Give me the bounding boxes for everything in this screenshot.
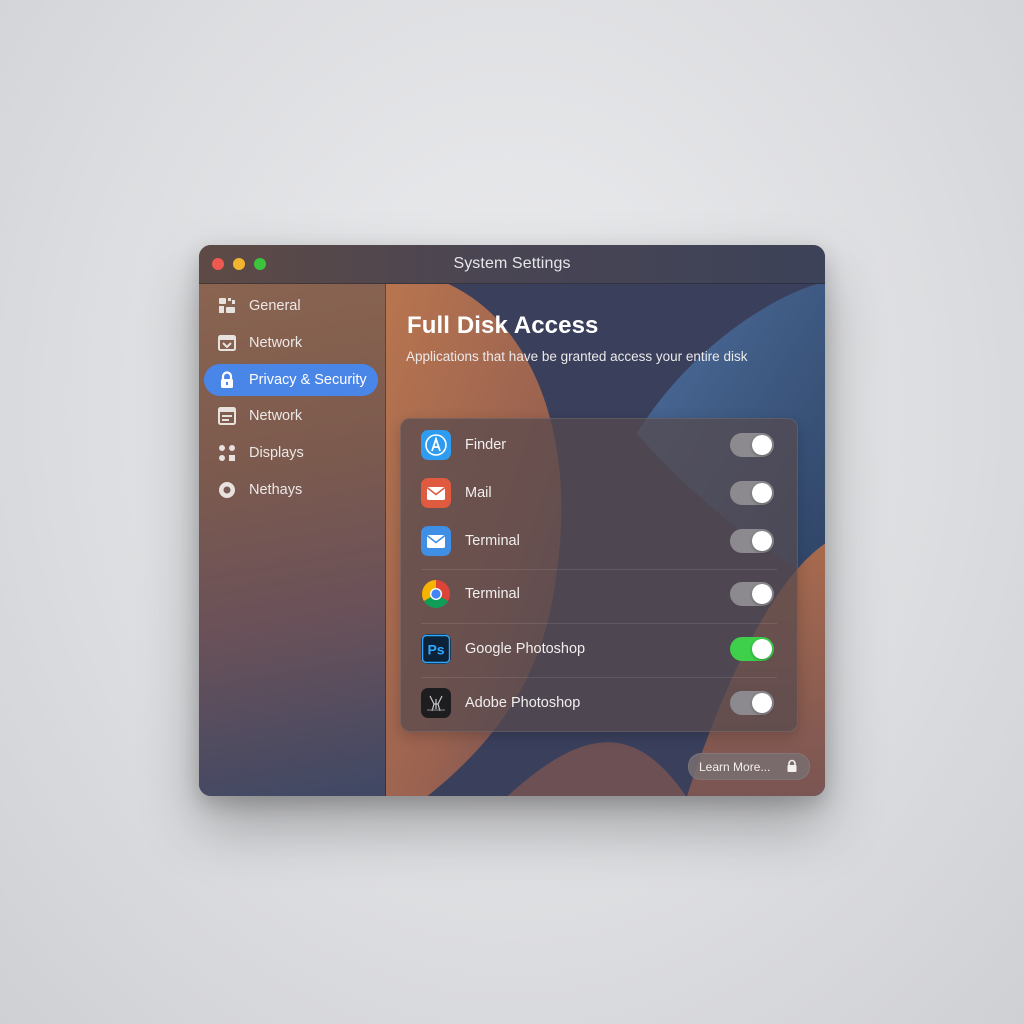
window-controls — [212, 258, 266, 270]
access-toggle-terminal[interactable] — [730, 529, 774, 553]
app-name: Terminal — [465, 533, 520, 549]
toggle-knob — [752, 584, 772, 604]
sidebar-item-general[interactable]: General — [204, 290, 378, 322]
app-name: Adobe Photoshop — [465, 695, 581, 711]
minimize-button[interactable] — [233, 258, 245, 270]
app-name: Mail — [465, 485, 492, 501]
toggle-knob — [752, 483, 772, 503]
zoom-button[interactable] — [254, 258, 266, 270]
lock-icon — [787, 759, 797, 772]
row-separator — [421, 623, 777, 624]
sidebar-item-label: Displays — [249, 445, 304, 461]
general-icon — [217, 296, 237, 316]
page-subtitle: Applications that have be granted access… — [406, 349, 748, 364]
app-name: Finder — [465, 437, 507, 453]
circle-icon — [217, 480, 237, 500]
app-row-google-photoshop: Ps Google Photoshop — [401, 625, 797, 673]
photoshop-icon: Ps — [421, 634, 451, 664]
access-toggle-mail[interactable] — [730, 481, 774, 505]
mail-blue-icon — [421, 526, 451, 556]
main-content: Full Disk Access Applications that have … — [386, 283, 825, 796]
app-name: Terminal — [465, 586, 520, 602]
sidebar-item-label: Network — [249, 335, 303, 351]
access-toggle-finder[interactable] — [730, 433, 774, 457]
page-title: Full Disk Access — [407, 312, 599, 339]
toggle-knob — [752, 531, 772, 551]
access-toggle-adobe-photoshop[interactable] — [730, 691, 774, 715]
displays-icon — [217, 443, 237, 463]
sidebar: General Network Privacy & Security Netwo… — [199, 283, 386, 796]
sidebar-item-label: General — [249, 298, 301, 314]
app-row-adobe-photoshop: Adobe Photoshop — [401, 679, 797, 727]
lock-icon — [217, 370, 237, 390]
app-row-finder: Finder — [401, 421, 797, 469]
title-bar: System Settings — [199, 245, 825, 284]
network-icon — [217, 333, 237, 353]
row-separator — [421, 677, 777, 678]
dark-app-icon — [421, 688, 451, 718]
chrome-icon — [421, 579, 451, 609]
access-toggle-terminal-2[interactable] — [730, 582, 774, 606]
app-list-panel: Finder Mail Terminal Terminal Ps Google … — [400, 418, 798, 732]
sidebar-item-nethays[interactable]: Nethays — [204, 474, 378, 506]
sidebar-item-label: Nethays — [249, 482, 303, 498]
toggle-knob — [752, 639, 772, 659]
access-toggle-google-photoshop[interactable] — [730, 637, 774, 661]
mail-icon — [421, 478, 451, 508]
toggle-knob — [752, 435, 772, 455]
close-button[interactable] — [212, 258, 224, 270]
app-name: Google Photoshop — [465, 641, 586, 657]
toggle-knob — [752, 693, 772, 713]
sidebar-item-label: Privacy & Security — [249, 372, 367, 388]
svg-text:Ps: Ps — [427, 642, 444, 658]
app-row-terminal: Terminal — [401, 517, 797, 565]
sidebar-item-network[interactable]: Network — [204, 327, 378, 359]
sidebar-item-privacy-security[interactable]: Privacy & Security — [204, 364, 378, 396]
learn-more-button[interactable]: Learn More... — [688, 753, 810, 780]
network-alt-icon — [217, 406, 237, 426]
sidebar-item-label: Network — [249, 408, 303, 424]
sidebar-item-network-2[interactable]: Network — [204, 400, 378, 432]
app-row-mail: Mail — [401, 469, 797, 517]
learn-more-label: Learn More... — [699, 759, 771, 774]
sidebar-item-displays[interactable]: Displays — [204, 437, 378, 469]
window-title: System Settings — [453, 255, 571, 272]
app-store-icon — [421, 430, 451, 460]
system-settings-window: System Settings General Network Privacy … — [199, 245, 825, 796]
app-row-terminal-2: Terminal — [401, 570, 797, 618]
